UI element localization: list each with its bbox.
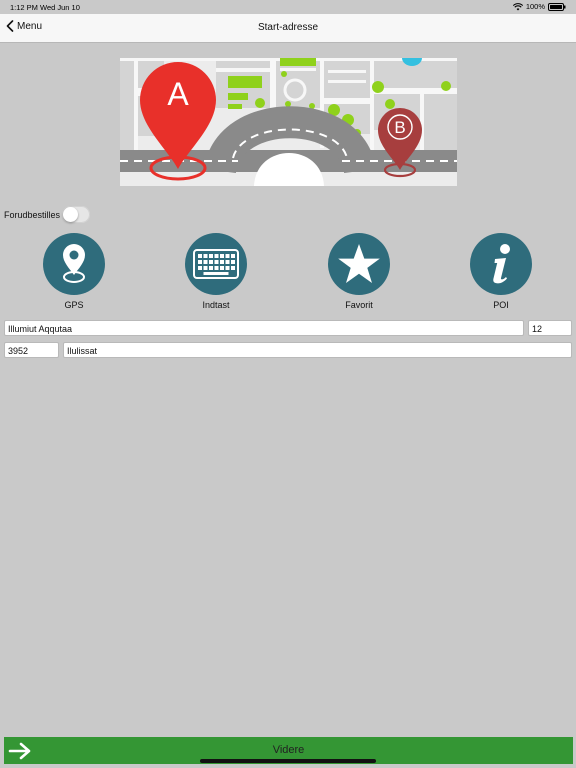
- wifi-icon: [512, 2, 523, 10]
- postal-code-field[interactable]: 3952: [4, 342, 59, 358]
- continue-label: Videre: [272, 744, 305, 756]
- location-pin-icon: [43, 233, 105, 295]
- info-icon: [470, 233, 532, 295]
- option-poi[interactable]: POI: [461, 233, 541, 310]
- battery-icon: [548, 2, 566, 11]
- battery-percent: 100%: [525, 2, 545, 11]
- house-number-field[interactable]: 12: [528, 320, 572, 336]
- pin-b-label: B: [394, 118, 405, 137]
- route-illustration: A B: [120, 58, 457, 186]
- keyboard-icon: [185, 233, 247, 295]
- status-bar: 1:12 PM Wed Jun 10 100%: [0, 0, 576, 14]
- toggle-knob: [63, 207, 79, 222]
- nav-bar: Menu Start-adresse: [0, 14, 576, 43]
- status-right: 100%: [512, 2, 566, 11]
- status-date: Wed Jun 10: [40, 3, 80, 12]
- option-poi-label: POI: [493, 300, 509, 310]
- preorder-toggle[interactable]: [62, 206, 91, 223]
- status-time: 1:12 PM: [10, 3, 38, 12]
- star-icon: [328, 233, 390, 295]
- option-favorit-label: Favorit: [345, 300, 373, 310]
- option-gps-label: GPS: [64, 300, 84, 310]
- preorder-row: Forudbestilles: [4, 206, 91, 223]
- city-field[interactable]: Ilulissat: [63, 342, 572, 358]
- page-title: Start-adresse: [257, 22, 319, 33]
- option-gps[interactable]: GPS: [34, 233, 114, 310]
- option-favorit[interactable]: Favorit: [319, 233, 399, 310]
- option-indtast[interactable]: Indtast: [176, 233, 256, 310]
- preorder-label: Forudbestilles: [4, 209, 61, 220]
- option-indtast-label: Indtast: [202, 300, 230, 310]
- pin-a-label: A: [167, 76, 189, 112]
- home-indicator: [200, 759, 376, 763]
- street-field[interactable]: Illumiut Aqqutaa: [4, 320, 524, 336]
